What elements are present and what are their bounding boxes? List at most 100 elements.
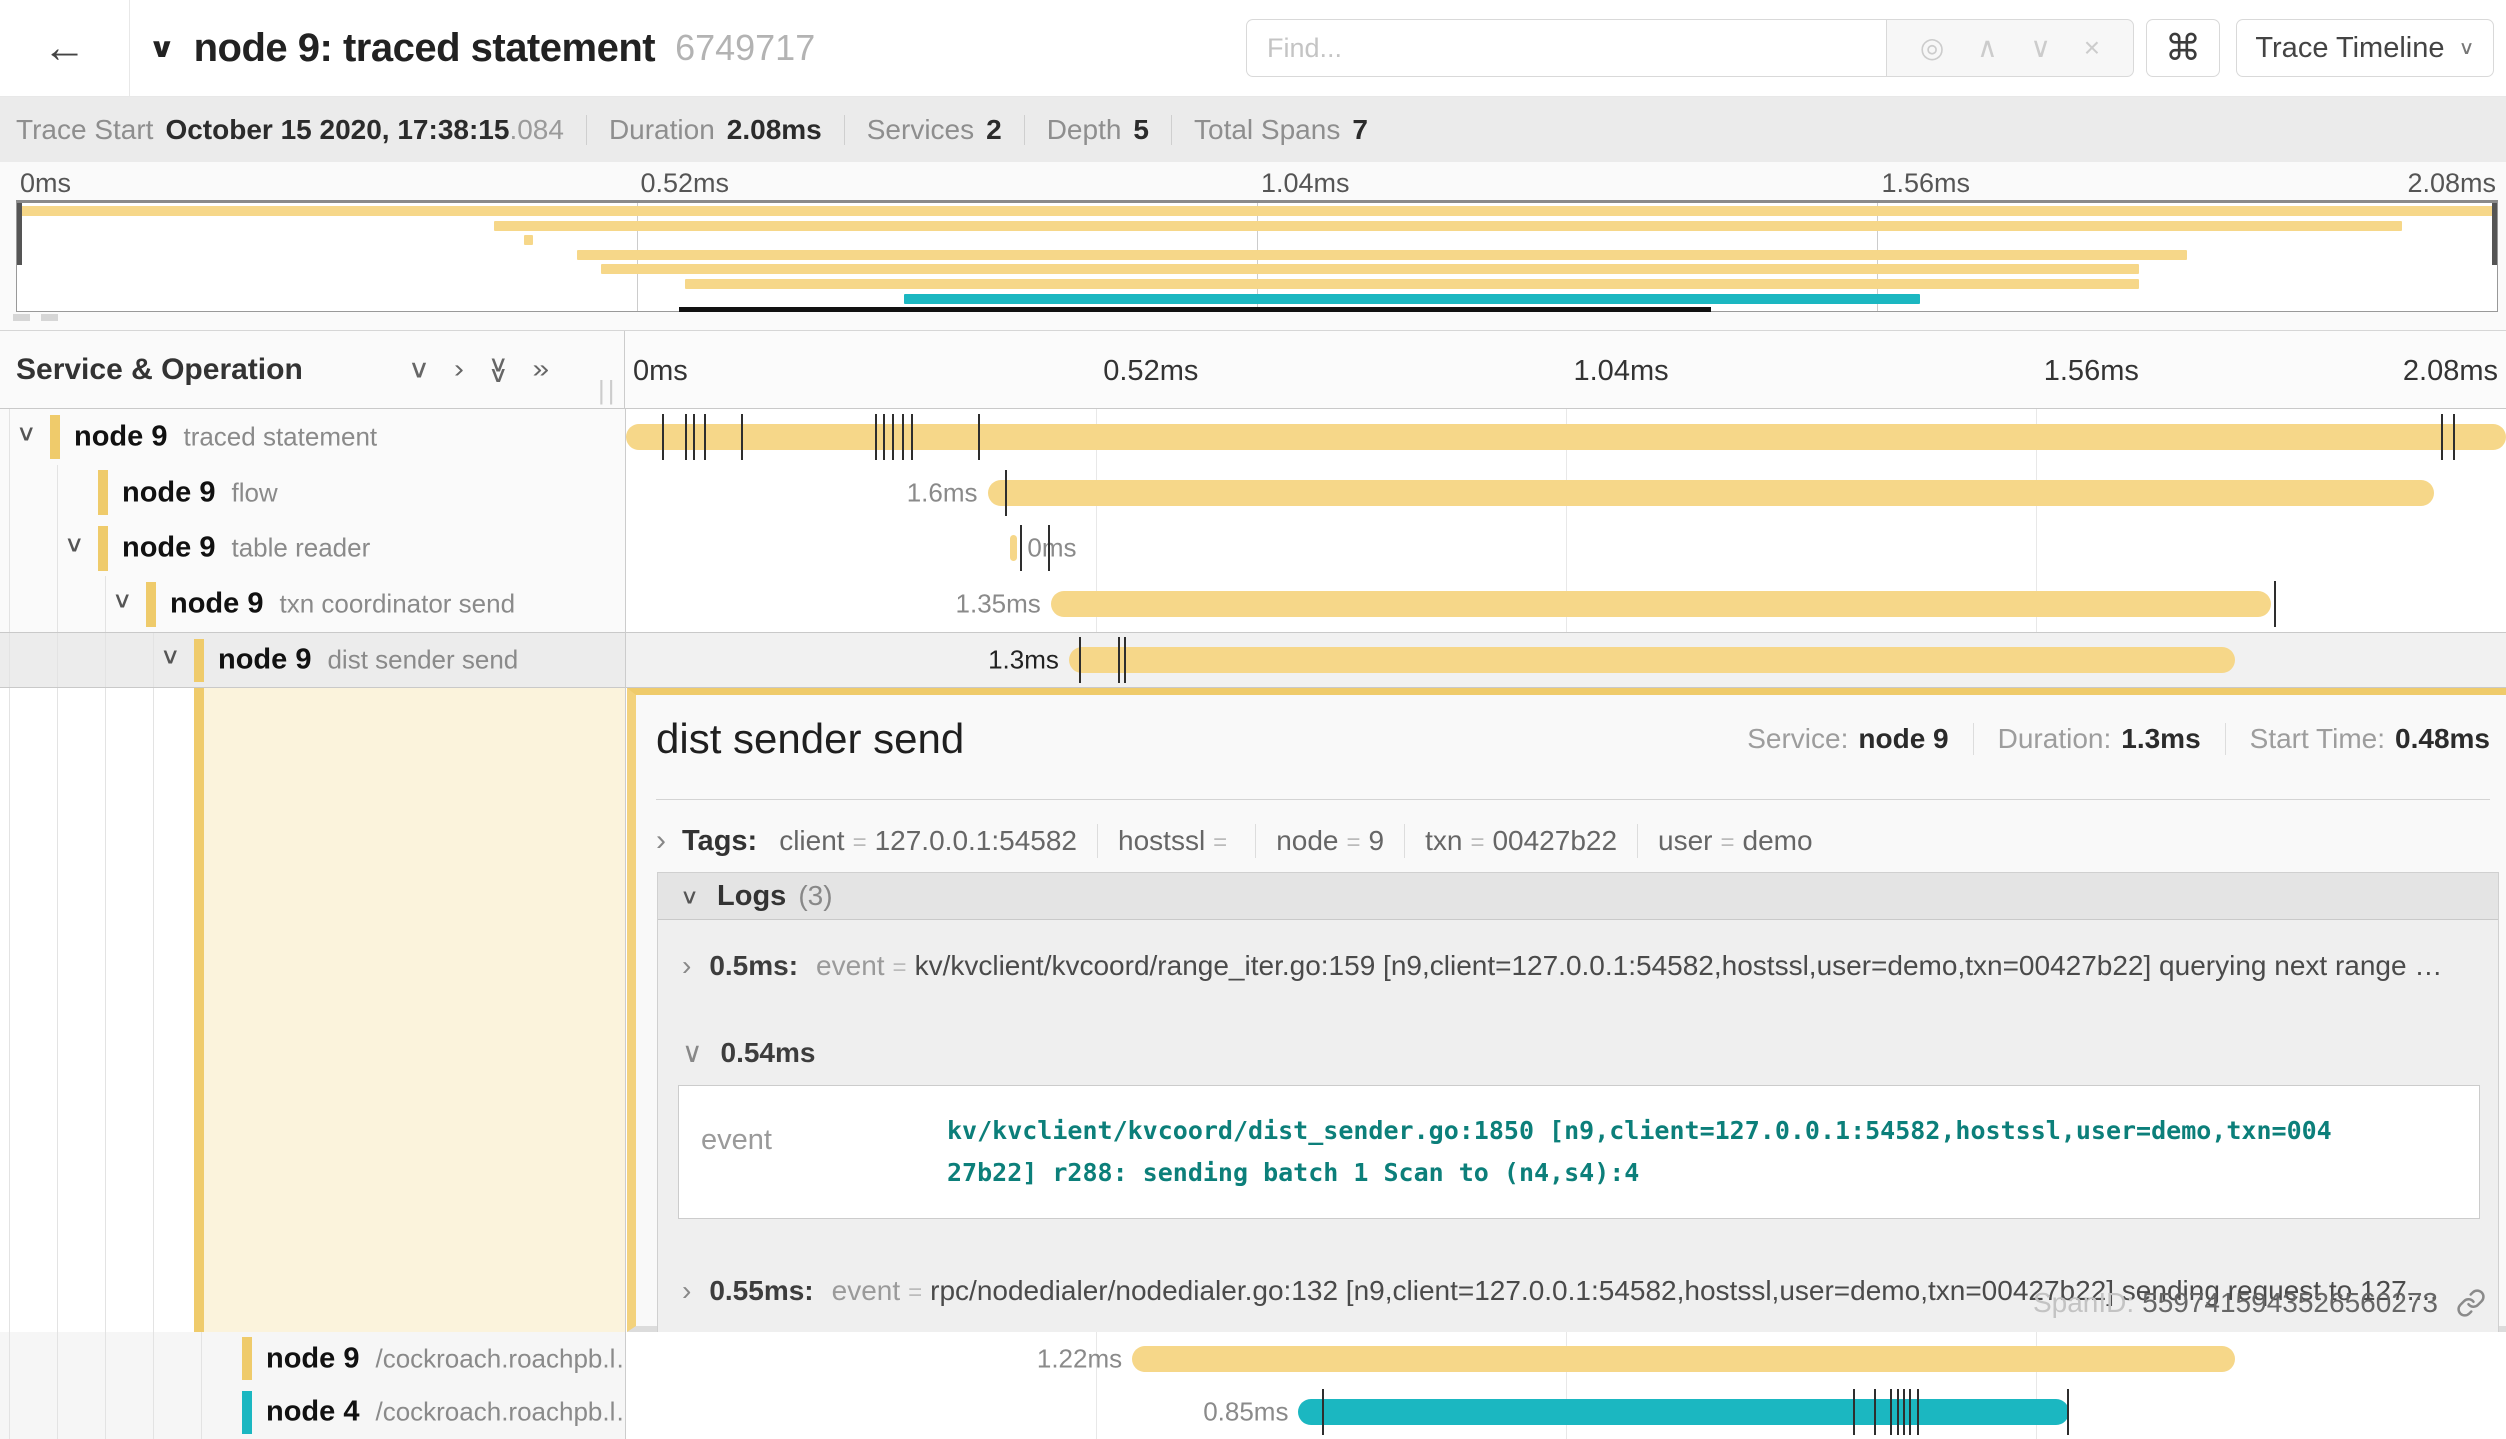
span-log-marker[interactable] (892, 414, 894, 460)
span-log-marker[interactable] (1890, 1389, 1892, 1435)
span-row[interactable]: ∨ node 9txn coordinator send 1.35ms (0, 576, 2506, 632)
span-log-marker[interactable] (2274, 581, 2276, 627)
span-expander-chevron-icon[interactable]: ∨ (64, 531, 85, 557)
keyboard-shortcuts-button[interactable]: ⌘ (2146, 19, 2220, 77)
back-button[interactable]: ← (0, 0, 130, 96)
span-log-marker[interactable] (2441, 414, 2443, 460)
span-log-marker[interactable] (662, 414, 664, 460)
span-detail-header[interactable]: dist sender send Service:node 9Duration:… (656, 713, 2490, 777)
minimap-scrub-line[interactable] (679, 307, 1711, 312)
span-row[interactable]: ∨node 9traced statement (0, 409, 2506, 465)
chevron-up-icon[interactable]: ∧ (1977, 34, 1998, 62)
collapse-trace-chevron-icon[interactable]: ∨ (148, 32, 176, 64)
tag-summary-item: node=9 (1276, 825, 1384, 857)
span-log-marker[interactable] (2067, 1389, 2069, 1435)
span-log-marker[interactable] (978, 414, 980, 460)
logs-header[interactable]: ∨ Logs (3) (658, 873, 2498, 920)
span-timeline-cell[interactable]: 1.3ms (626, 632, 2506, 688)
span-duration-bar[interactable] (626, 424, 2506, 450)
tree-guide-line (9, 576, 10, 632)
span-log-marker[interactable] (875, 414, 877, 460)
span-timeline-cell[interactable]: 1.35ms (626, 576, 2506, 632)
span-row[interactable]: node 4/cockroach.roachpb.l…0.85ms (0, 1386, 2506, 1439)
span-log-marker[interactable] (1322, 1389, 1324, 1435)
span-timeline-cell[interactable]: 0.85ms (626, 1386, 2506, 1439)
span-row[interactable]: ∨ node 9table reader 0ms (0, 521, 2506, 577)
column-resizer-grip[interactable]: || (598, 375, 618, 406)
span-log-marker[interactable] (1005, 470, 1007, 516)
collapse-all-icon[interactable]: ∨∨ (488, 359, 509, 379)
span-timeline-cell[interactable]: 1.22ms (626, 1332, 2506, 1386)
tags-row[interactable]: ›Tags:client=127.0.0.1:54582hostssl=node… (656, 817, 1813, 865)
minimap-drag-handle-left[interactable] (17, 203, 22, 265)
log-entry-row[interactable]: ›0.5ms:event=kv/kvclient/kvcoord/range_i… (658, 920, 2498, 1010)
span-id-value: 5597415943526560273 (2142, 1287, 2438, 1319)
span-log-marker[interactable] (911, 414, 913, 460)
span-duration-bar[interactable] (1132, 1346, 2235, 1372)
span-log-marker[interactable] (1118, 637, 1120, 683)
span-name-cell[interactable]: ∨node 9traced statement (0, 409, 625, 465)
span-color-accent (50, 415, 60, 460)
span-name-cell[interactable]: ∨ node 9txn coordinator send (0, 576, 625, 632)
span-log-marker[interactable] (1124, 637, 1126, 683)
span-log-marker[interactable] (1903, 1389, 1905, 1435)
span-row[interactable]: node 9flow1.6ms (0, 465, 2506, 521)
span-log-marker[interactable] (1909, 1389, 1911, 1435)
log-field-key: event (816, 950, 885, 982)
span-log-marker[interactable] (1897, 1389, 1899, 1435)
span-duration-bar[interactable] (1069, 647, 2235, 673)
span-name-cell[interactable]: ∨ node 9table reader (0, 521, 625, 577)
span-name-cell[interactable]: node 9/cockroach.roachpb.l… (0, 1332, 625, 1386)
span-row[interactable]: ∨node 9dist sender send1.3ms (0, 632, 2506, 688)
span-log-marker[interactable] (1079, 637, 1081, 683)
minimap-canvas[interactable] (16, 200, 2498, 312)
span-name-cell[interactable]: ∨node 9dist sender send (0, 632, 625, 688)
span-timeline-cell[interactable]: 1.6ms (626, 465, 2506, 521)
span-log-marker[interactable] (1917, 1389, 1919, 1435)
span-log-marker[interactable] (1853, 1389, 1855, 1435)
trace-view-select[interactable]: Trace Timeline ∨ (2236, 19, 2494, 77)
span-expander-chevron-icon[interactable]: ∨ (160, 643, 181, 669)
span-log-marker[interactable] (883, 414, 885, 460)
column-divider[interactable] (625, 688, 626, 1332)
span-service-name: node 9table reader (122, 532, 370, 565)
span-log-marker[interactable] (741, 414, 743, 460)
expand-all-icon[interactable]: » (532, 357, 549, 383)
span-duration-bar[interactable] (1010, 535, 1017, 561)
span-stat: Start Time:0.48ms (2250, 723, 2490, 755)
minimap-handle-nub[interactable] (13, 314, 30, 321)
span-log-marker[interactable] (2453, 414, 2455, 460)
span-name-cell[interactable]: node 9flow (0, 465, 625, 521)
collapse-one-icon[interactable]: ∨ (408, 357, 430, 383)
span-timeline-cell[interactable]: 0ms (626, 521, 2506, 577)
span-log-marker[interactable] (685, 414, 687, 460)
span-operation-name: flow (231, 477, 277, 507)
span-duration-bar[interactable] (988, 480, 2434, 506)
log-timestamp: 0.5ms: (709, 950, 798, 982)
span-log-marker[interactable] (704, 414, 706, 460)
chevron-down-icon[interactable]: ∨ (2030, 34, 2051, 62)
span-duration-bar[interactable] (1051, 591, 2271, 617)
span-service-name: node 9txn coordinator send (170, 588, 515, 621)
find-input[interactable] (1246, 19, 1886, 77)
span-log-marker[interactable] (902, 414, 904, 460)
span-log-marker[interactable] (693, 414, 695, 460)
span-duration-bar[interactable] (1298, 1399, 2068, 1425)
minimap-handle-nub[interactable] (41, 314, 58, 321)
span-name-cell[interactable]: node 4/cockroach.roachpb.l… (0, 1386, 625, 1439)
clear-icon[interactable]: × (2084, 34, 2100, 62)
span-expander-chevron-icon[interactable]: ∨ (16, 420, 37, 446)
span-row[interactable]: node 9/cockroach.roachpb.l…1.22ms (0, 1332, 2506, 1386)
copy-link-icon[interactable] (2456, 1288, 2486, 1318)
locate-icon[interactable]: ◎ (1920, 34, 1944, 62)
span-log-marker[interactable] (1020, 525, 1022, 571)
span-log-marker[interactable] (1048, 525, 1050, 571)
span-timeline-cell[interactable] (626, 409, 2506, 465)
span-log-marker[interactable] (1874, 1389, 1876, 1435)
log-entry-row-expanded[interactable]: ∨0.54ms (658, 1010, 2498, 1085)
minimap-drag-handle-right[interactable] (2492, 203, 2497, 265)
span-duration-label: 1.35ms (956, 589, 1041, 620)
span-expander-chevron-icon[interactable]: ∨ (112, 587, 133, 613)
axis-tick-label: 0.52ms (1103, 355, 1198, 388)
expand-one-icon[interactable]: › (454, 357, 464, 383)
